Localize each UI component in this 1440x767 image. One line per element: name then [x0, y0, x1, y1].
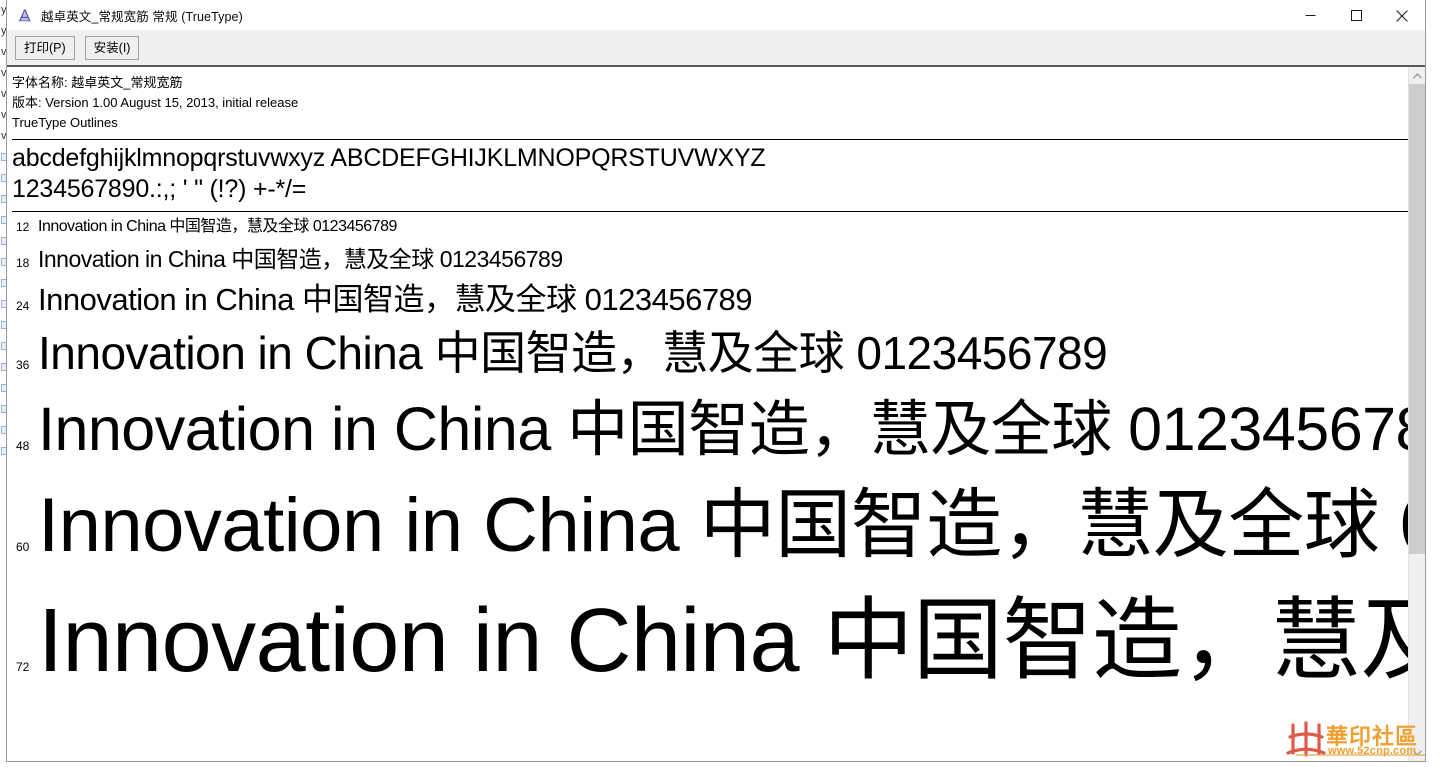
sample-row: 48 Innovation in China 中国智造，慧及全球 0123456…: [12, 379, 1408, 463]
vertical-scrollbar[interactable]: [1408, 67, 1425, 761]
sample-text: Innovation in China 中国智造，慧及全球 0123456789: [38, 395, 1408, 463]
sample-size-label: 18: [16, 256, 30, 270]
print-button[interactable]: 打印(P): [15, 36, 75, 60]
font-name-line: 字体名称: 越卓英文_常规宽筋: [12, 75, 183, 90]
scrollbar-track[interactable]: [1409, 84, 1425, 744]
scroll-down-arrow-icon[interactable]: [1409, 744, 1425, 761]
maximize-button[interactable]: [1333, 0, 1379, 31]
sample-row: 60 Innovation in China 中国智造，慧及全球 0123456…: [12, 463, 1408, 567]
character-set-block: abcdefghijklmnopqrstuvwxyz ABCDEFGHIJKLM…: [12, 140, 1408, 205]
sample-row: 24 Innovation in China 中国智造，慧及全球 0123456…: [12, 274, 1408, 317]
sample-text: Innovation in China 中国智造，慧及全球 0123456789: [38, 282, 753, 317]
sample-row: 36 Innovation in China 中国智造，慧及全球 0123456…: [12, 317, 1408, 379]
sample-text: Innovation in China 中国智造，慧及全球 0123456789: [38, 591, 1408, 689]
sample-text: Innovation in China 中国智造，慧及全球 0123456789: [38, 246, 563, 272]
sample-row: 18 Innovation in China 中国智造，慧及全球 0123456…: [12, 240, 1408, 274]
sample-rows: 12 Innovation in China 中国智造，慧及全球 0123456…: [12, 212, 1408, 689]
font-file-icon: [16, 7, 33, 24]
window-controls: [1287, 0, 1425, 31]
sample-text: Innovation in China 中国智造，慧及全球 0123456789: [38, 218, 397, 235]
charset-letters: abcdefghijklmnopqrstuvwxyz ABCDEFGHIJKLM…: [12, 144, 766, 172]
sample-text: Innovation in China 中国智造，慧及全球 0123456789: [38, 327, 1108, 379]
sample-size-label: 72: [16, 660, 30, 674]
font-preview-pane: 字体名称: 越卓英文_常规宽筋 版本: Version 1.00 August …: [7, 67, 1408, 761]
font-version-line: 版本: Version 1.00 August 15, 2013, initia…: [12, 95, 299, 110]
sample-text: Innovation in China 中国智造，慧及全球 0123456789: [38, 483, 1408, 567]
font-info-block: 字体名称: 越卓英文_常规宽筋 版本: Version 1.00 August …: [12, 67, 1408, 133]
close-button[interactable]: [1379, 0, 1425, 31]
sample-size-label: 12: [16, 220, 30, 234]
window-titlebar[interactable]: 越卓英文_常规宽筋 常规 (TrueType): [7, 0, 1425, 31]
toolbar: 打印(P) 安装(I): [7, 31, 1425, 67]
charset-digits-symbols: 1234567890.:,; ' " (!?) +-*/=: [12, 175, 307, 203]
font-preview-window: 越卓英文_常规宽筋 常规 (TrueType) 打印(P) 安装(I) 字体名称…: [6, 0, 1426, 762]
desktop-background: y_ y_ v v v v v: [0, 0, 1440, 767]
sample-size-label: 36: [16, 358, 30, 372]
sample-row: 12 Innovation in China 中国智造，慧及全球 0123456…: [12, 212, 1408, 240]
sample-row: 72 Innovation in China 中国智造，慧及全球 0123456…: [12, 567, 1408, 689]
scroll-up-arrow-icon[interactable]: [1409, 67, 1425, 84]
install-button[interactable]: 安装(I): [84, 36, 140, 60]
sample-size-label: 60: [16, 540, 30, 554]
font-outlines-line: TrueType Outlines: [12, 115, 118, 130]
content-area: 字体名称: 越卓英文_常规宽筋 版本: Version 1.00 August …: [7, 67, 1425, 761]
window-title: 越卓英文_常规宽筋 常规 (TrueType): [41, 9, 243, 24]
sample-size-label: 48: [16, 439, 30, 453]
minimize-button[interactable]: [1287, 0, 1333, 31]
scrollbar-thumb[interactable]: [1409, 84, 1425, 554]
sample-size-label: 24: [16, 299, 30, 313]
